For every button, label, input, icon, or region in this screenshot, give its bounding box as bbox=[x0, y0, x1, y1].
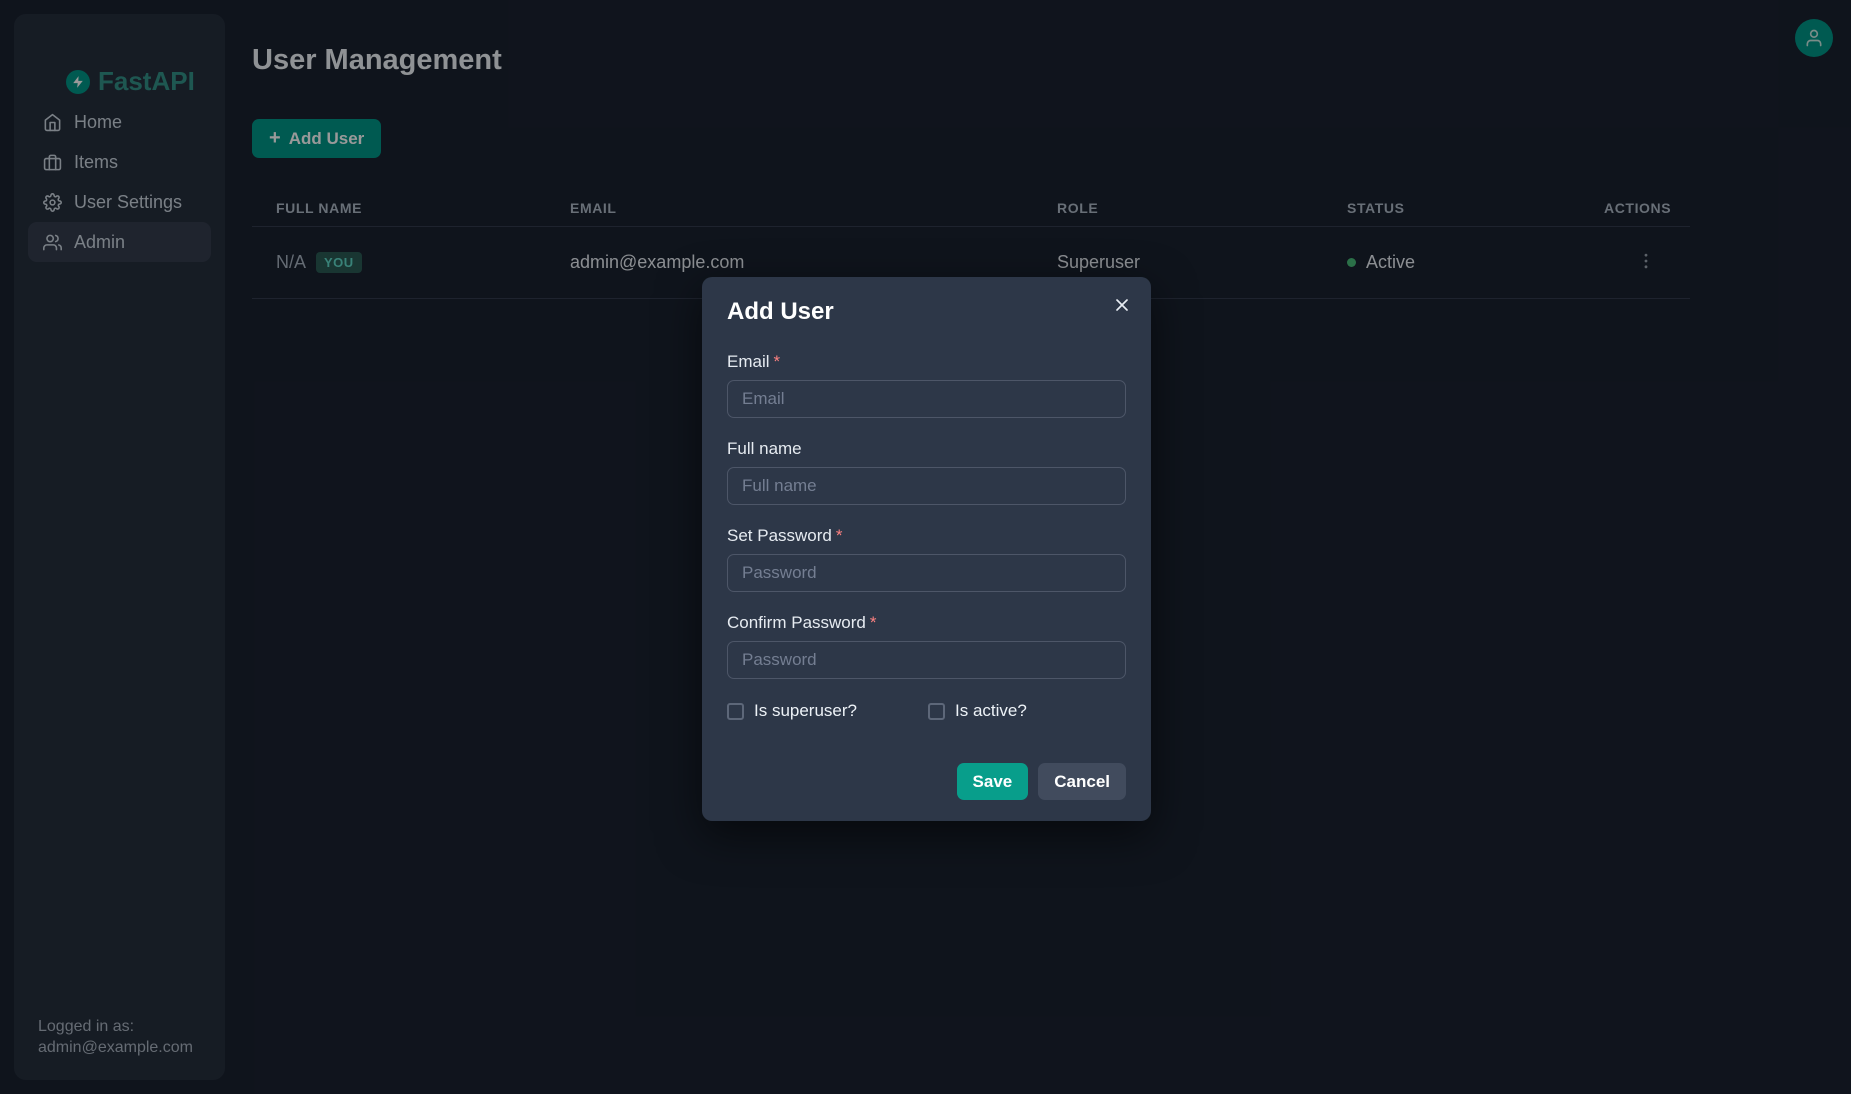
required-asterisk: * bbox=[836, 526, 843, 545]
modal-title: Add User bbox=[727, 297, 1126, 326]
is-superuser-checkbox[interactable] bbox=[727, 703, 744, 720]
email-label: Email* bbox=[727, 351, 1126, 372]
set-password-field-group: Set Password* bbox=[727, 525, 1126, 592]
modal-footer: Save Cancel bbox=[727, 763, 1126, 800]
close-icon bbox=[1112, 295, 1132, 315]
modal-body: Email* Full name Set Password* Confirm P… bbox=[727, 351, 1126, 800]
checkbox-row: Is superuser? Is active? bbox=[727, 701, 1126, 721]
confirm-password-field-group: Confirm Password* bbox=[727, 612, 1126, 679]
modal-close-button[interactable] bbox=[1109, 293, 1135, 319]
full-name-field[interactable] bbox=[727, 467, 1126, 505]
required-asterisk: * bbox=[870, 613, 877, 632]
confirm-password-field[interactable] bbox=[727, 641, 1126, 679]
is-superuser-checkbox-group[interactable]: Is superuser? bbox=[727, 701, 928, 721]
is-superuser-label: Is superuser? bbox=[754, 701, 857, 721]
required-asterisk: * bbox=[774, 352, 781, 371]
full-name-field-group: Full name bbox=[727, 438, 1126, 505]
set-password-label: Set Password* bbox=[727, 525, 1126, 546]
is-active-checkbox-group[interactable]: Is active? bbox=[928, 701, 1027, 721]
email-field-group: Email* bbox=[727, 351, 1126, 418]
save-button[interactable]: Save bbox=[957, 763, 1029, 800]
is-active-label: Is active? bbox=[955, 701, 1027, 721]
confirm-password-label: Confirm Password* bbox=[727, 612, 1126, 633]
set-password-field[interactable] bbox=[727, 554, 1126, 592]
add-user-modal: Add User Email* Full name Set Password* … bbox=[702, 277, 1151, 821]
is-active-checkbox[interactable] bbox=[928, 703, 945, 720]
full-name-label: Full name bbox=[727, 438, 1126, 459]
cancel-button[interactable]: Cancel bbox=[1038, 763, 1126, 800]
email-field[interactable] bbox=[727, 380, 1126, 418]
